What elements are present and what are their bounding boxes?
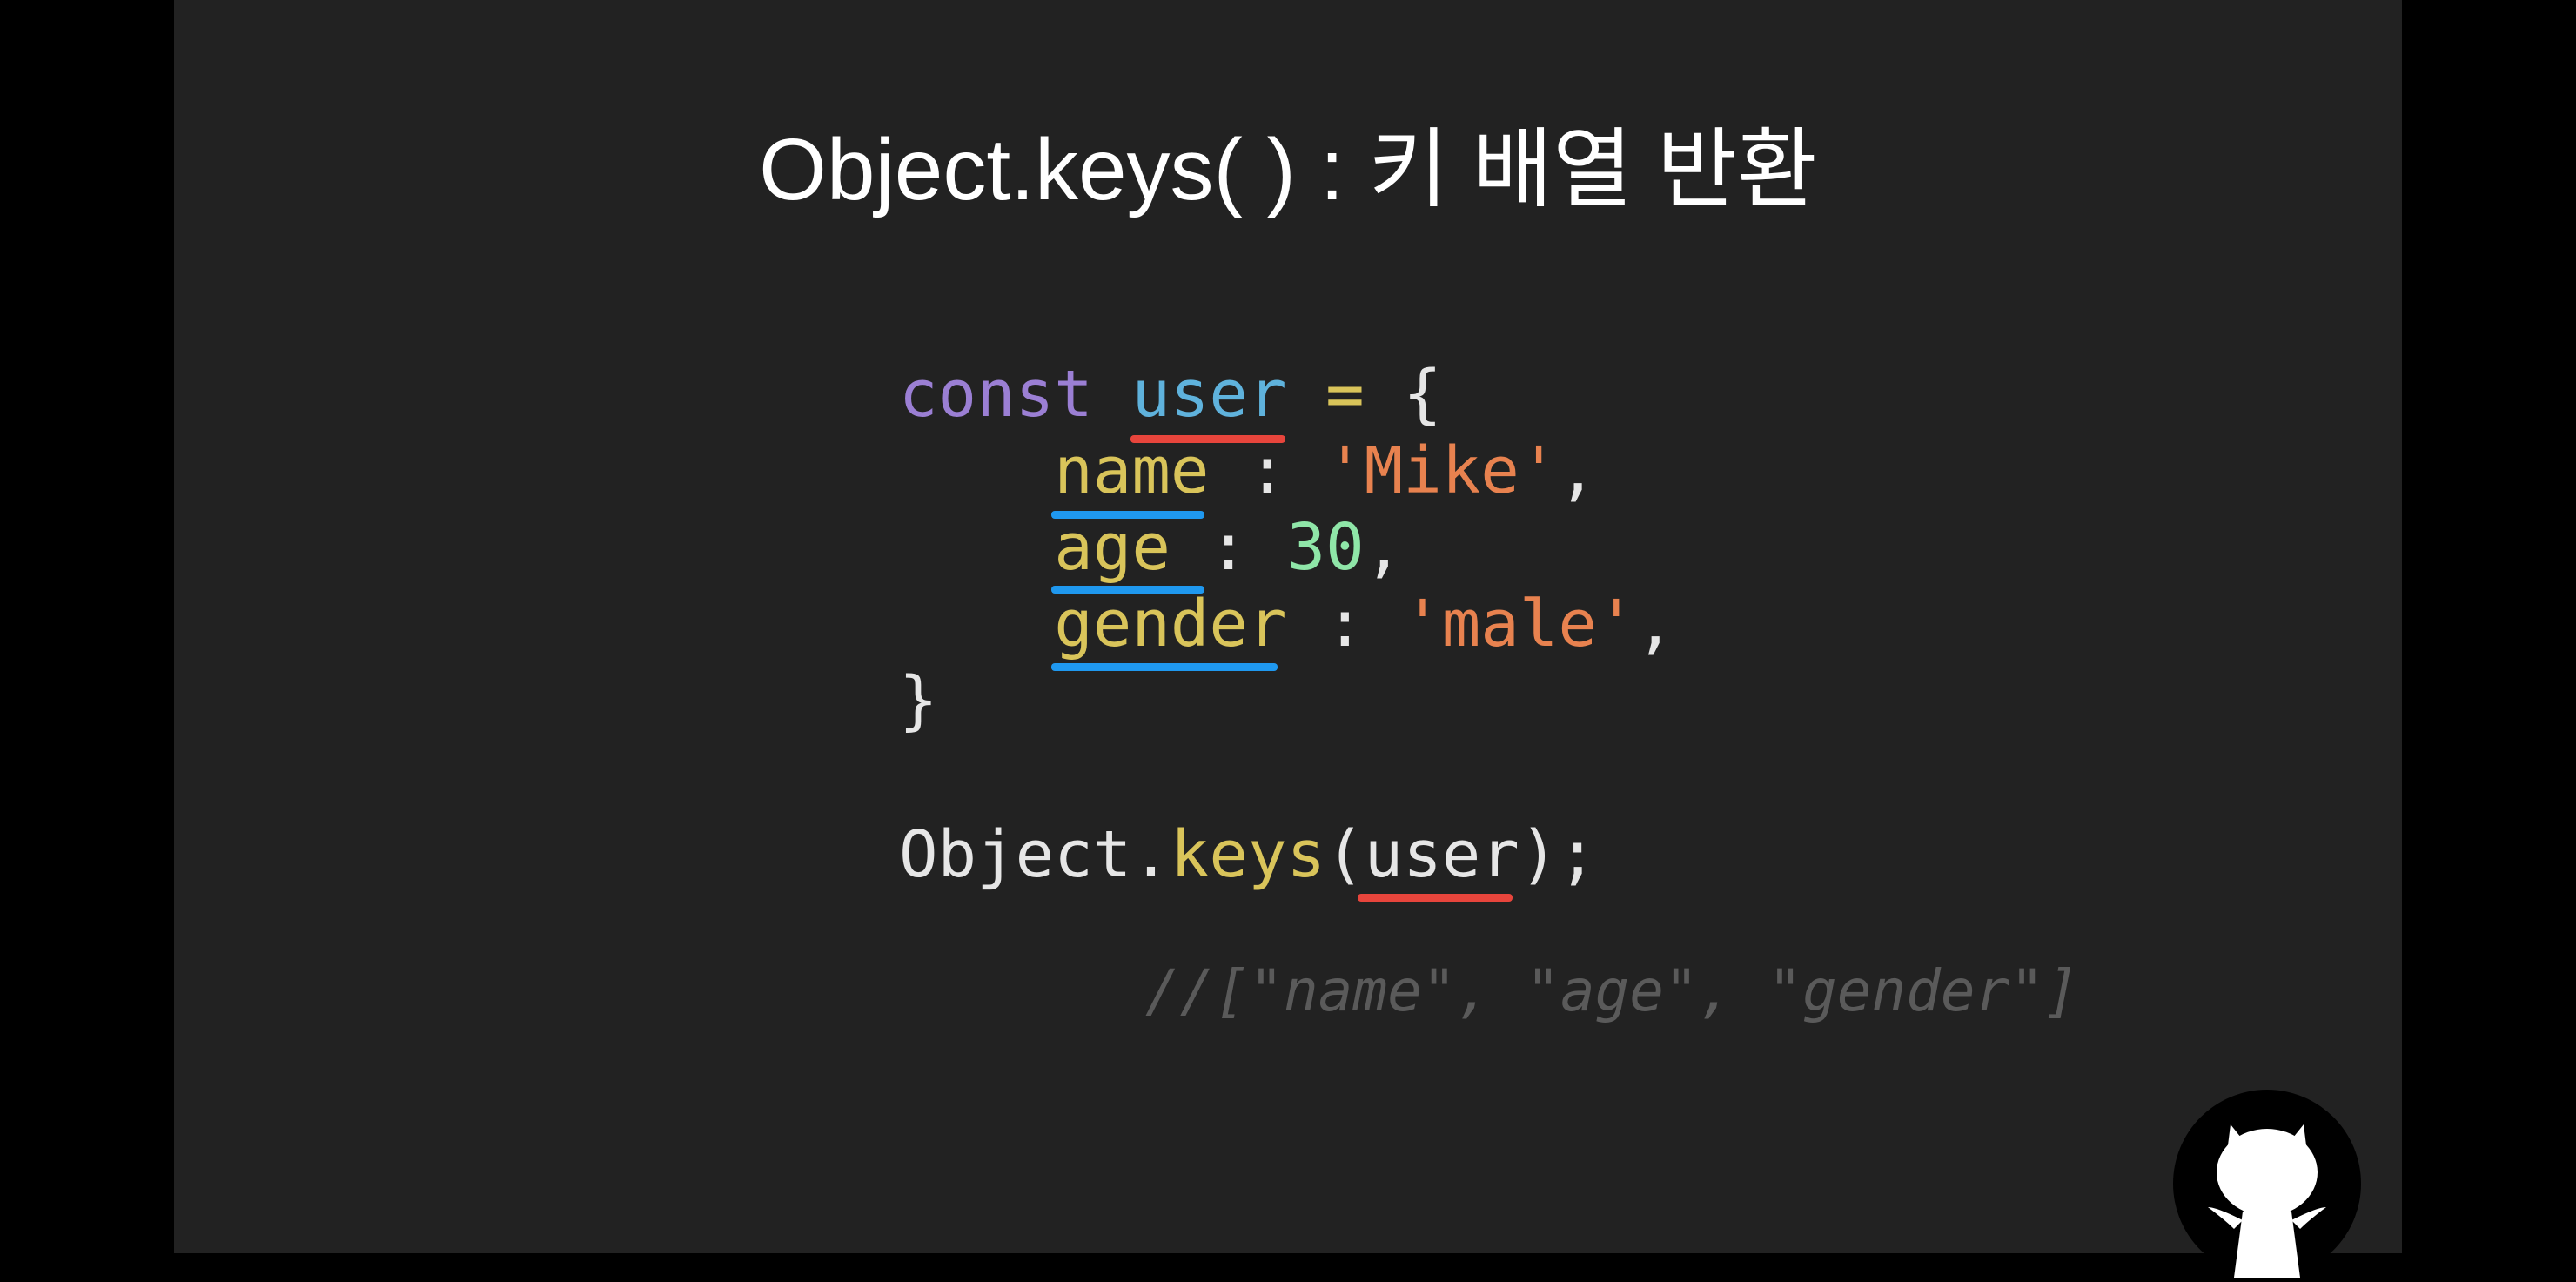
underline-user-argument <box>1358 894 1513 902</box>
underline-key-gender <box>1051 663 1278 671</box>
underline-user-declaration <box>1130 435 1285 443</box>
code-sep: : <box>1209 433 1326 508</box>
code-call: Object.keys(user); <box>899 816 1597 893</box>
code-comma: , <box>1635 587 1675 661</box>
code-argument: user <box>1364 817 1519 892</box>
code-value-name: 'Mike' <box>1325 433 1559 508</box>
code-key-gender: gender <box>1054 587 1287 661</box>
devil-cat-logo-icon <box>2173 1090 2361 1278</box>
code-comment-result: //["name", "age", "gender"] <box>1145 957 2079 1024</box>
code-comma: , <box>1558 433 1597 508</box>
code-paren: ( <box>1325 817 1365 892</box>
code-brace: { <box>1403 357 1442 432</box>
code-sep: : <box>1286 587 1404 661</box>
code-variable: user <box>1131 357 1287 432</box>
code-value-gender: 'male' <box>1403 587 1636 661</box>
code-object: Object. <box>899 817 1171 892</box>
underline-key-name <box>1051 511 1204 519</box>
underline-key-age <box>1051 586 1204 594</box>
code-sep: : <box>1170 510 1287 585</box>
code-value-age: 30 <box>1286 510 1365 585</box>
code-key-age: age <box>1054 510 1171 585</box>
slide-title: Object.keys( ) : 키 배열 반환 <box>759 121 1817 218</box>
code-paren-close: ); <box>1519 817 1597 892</box>
code-keyword: const <box>899 357 1132 432</box>
code-comma: , <box>1364 510 1404 585</box>
code-key-name: name <box>1054 433 1210 508</box>
code-function: keys <box>1170 817 1326 892</box>
code-operator: = <box>1286 357 1404 432</box>
code-brace-close: } <box>899 663 938 738</box>
code-block: const user = { name : 'Mike', age : 30, … <box>899 356 1674 739</box>
